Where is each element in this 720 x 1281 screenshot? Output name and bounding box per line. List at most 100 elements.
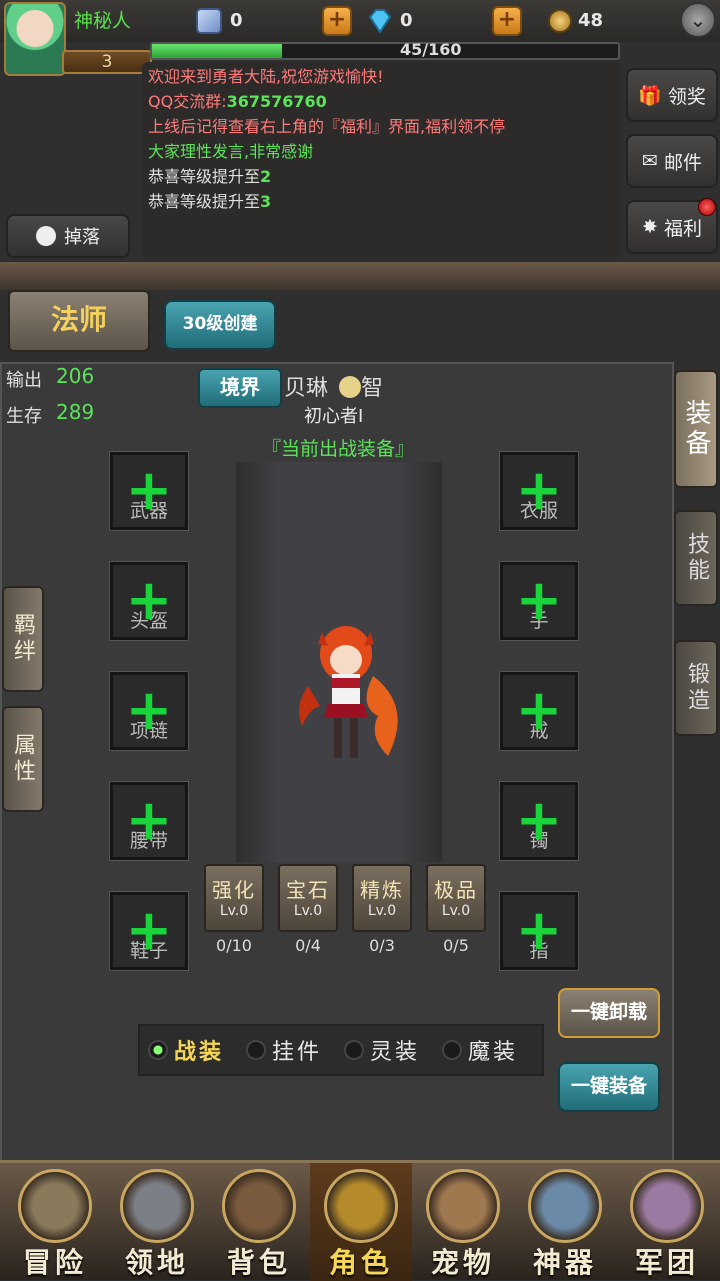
- chat-line: 大家理性发言,非常感谢: [148, 139, 614, 164]
- gift-icon: 🎁: [638, 84, 662, 107]
- equip-slot[interactable]: 镯 +: [499, 781, 579, 861]
- nav-item[interactable]: 冒险: [4, 1163, 106, 1281]
- nav-label: 军团: [634, 1246, 699, 1279]
- bag-icon: [222, 1169, 296, 1243]
- equip-all-button[interactable]: 一键装备: [558, 1062, 660, 1112]
- hero-attr: 智: [361, 376, 384, 401]
- unequip-all-button[interactable]: 一键卸载: [558, 988, 660, 1038]
- nav-item[interactable]: 军团: [616, 1163, 718, 1281]
- equip-slot[interactable]: 戒 +: [499, 671, 579, 751]
- upgrade-level: Lv.0: [293, 903, 323, 919]
- equip-slot[interactable]: 衣服 +: [499, 451, 579, 531]
- plus-icon: +: [515, 898, 563, 963]
- player-name: 神秘人: [74, 10, 132, 32]
- nav-item[interactable]: 宠物: [412, 1163, 514, 1281]
- plus-icon: +: [515, 568, 563, 633]
- equip-slot[interactable]: 武器 +: [109, 451, 189, 531]
- equip-slot[interactable]: 头盔 +: [109, 561, 189, 641]
- artifact-icon: [528, 1169, 602, 1243]
- shield-emblem-icon: [120, 1169, 194, 1243]
- current-equip-label: 『当前出战装备』: [262, 438, 415, 460]
- nav-label: 领地: [124, 1246, 189, 1279]
- mail-label: 邮件: [663, 151, 702, 174]
- upgrade-button[interactable]: 极品 Lv.0: [426, 864, 486, 932]
- drop-button[interactable]: 掉落: [6, 214, 130, 258]
- hero-name-text: 贝琳: [284, 376, 329, 401]
- diamond-count: 0: [400, 10, 413, 31]
- chat-line: QQ交流群:367576760: [148, 89, 614, 114]
- radio-icon: [344, 1040, 365, 1060]
- upgrade-count: 0/4: [295, 936, 321, 955]
- welfare-label: 福利: [663, 217, 702, 240]
- envelope-icon: ✉: [642, 150, 658, 172]
- upgrade-title: 强化: [212, 878, 256, 902]
- add-gold-button[interactable]: +: [492, 6, 522, 36]
- equip-slot[interactable]: 项链 +: [109, 671, 189, 751]
- upgrade-title: 宝石: [286, 878, 330, 902]
- mail-button[interactable]: ✉ 邮件: [626, 134, 718, 188]
- suit-option[interactable]: 战装: [148, 1034, 224, 1066]
- suit-option[interactable]: 挂件: [246, 1034, 322, 1066]
- upgrade-level: Lv.0: [441, 903, 471, 919]
- chat-line: 欢迎来到勇者大陆,祝您游戏愉快!: [148, 64, 614, 89]
- diamond-icon: [366, 8, 394, 34]
- nav-label: 角色: [328, 1246, 393, 1279]
- drop-label: 掉落: [64, 227, 100, 248]
- upgrade-level: Lv.0: [219, 903, 249, 919]
- chat-line: 恭喜等级提升至3: [148, 189, 614, 214]
- upgrade-button[interactable]: 宝石 Lv.0: [278, 864, 338, 932]
- suit-option[interactable]: 灵装: [344, 1034, 420, 1066]
- chat-text: 大家理性发言,非常感谢: [148, 142, 314, 161]
- upgrade-button[interactable]: 精炼 Lv.0: [352, 864, 412, 932]
- tab-attributes[interactable]: 属性: [2, 706, 44, 812]
- class-tab-mage[interactable]: 法师: [8, 290, 150, 352]
- suit-option[interactable]: 魔装: [442, 1034, 518, 1066]
- upgrade-title: 极品: [434, 878, 478, 902]
- equip-slot[interactable]: 指 +: [499, 891, 579, 971]
- player-avatar[interactable]: [4, 2, 66, 76]
- suit-selector: 战装 挂件 灵装 魔装: [138, 1024, 544, 1076]
- suit-label: 魔装: [468, 1040, 519, 1065]
- nav-item[interactable]: 领地: [106, 1163, 208, 1281]
- chevron-down-icon[interactable]: ⌄: [680, 2, 716, 38]
- upgrade-button[interactable]: 强化 Lv.0: [204, 864, 264, 932]
- output-value: 206: [56, 364, 95, 388]
- bottom-nav: 冒险 领地 背包 角色 宠物 神器 军团: [0, 1160, 720, 1281]
- nav-item[interactable]: 角色: [310, 1163, 412, 1281]
- equip-slot[interactable]: 腰带 +: [109, 781, 189, 861]
- tab-bond[interactable]: 羁绊: [2, 586, 44, 692]
- gold-count: 48: [578, 10, 604, 31]
- suit-label: 战装: [174, 1040, 225, 1065]
- equip-slot[interactable]: 手 +: [499, 561, 579, 641]
- divider: [0, 262, 720, 290]
- hero-title: 初心者I: [304, 406, 364, 427]
- chat-line: 上线后记得查看右上角的『福利』界面,福利领不停: [148, 114, 614, 139]
- add-diamond-button[interactable]: +: [322, 6, 352, 36]
- nav-item[interactable]: 神器: [514, 1163, 616, 1281]
- tab-equipment[interactable]: 装备: [674, 370, 718, 488]
- notification-dot-icon: [698, 198, 716, 216]
- chat-text: 367576760: [226, 92, 327, 111]
- tab-forge[interactable]: 锻造: [674, 640, 718, 736]
- legion-icon: [630, 1169, 704, 1243]
- nav-label: 背包: [226, 1246, 291, 1279]
- create-level30-button[interactable]: 30级创建: [164, 300, 276, 350]
- upgrade-count: 0/10: [216, 936, 252, 955]
- radio-icon: [148, 1040, 168, 1060]
- player-level-badge: 3: [62, 50, 152, 74]
- clock-icon: [36, 226, 56, 246]
- plus-icon: +: [125, 568, 173, 633]
- suit-label: 挂件: [272, 1040, 323, 1065]
- tab-skills[interactable]: 技能: [674, 510, 718, 606]
- claim-reward-button[interactable]: 🎁 领奖: [626, 68, 718, 122]
- nav-item[interactable]: 背包: [208, 1163, 310, 1281]
- helmet-icon: [324, 1169, 398, 1243]
- upgrade-count: 0/5: [443, 936, 469, 955]
- nav-label: 冒险: [22, 1246, 87, 1279]
- output-label: 输出: [6, 370, 42, 391]
- radio-icon: [442, 1040, 463, 1060]
- equip-slot[interactable]: 鞋子 +: [109, 891, 189, 971]
- exp-text: 45/160: [400, 40, 462, 59]
- realm-button[interactable]: 境界: [198, 368, 282, 408]
- beast-face-icon: [426, 1169, 500, 1243]
